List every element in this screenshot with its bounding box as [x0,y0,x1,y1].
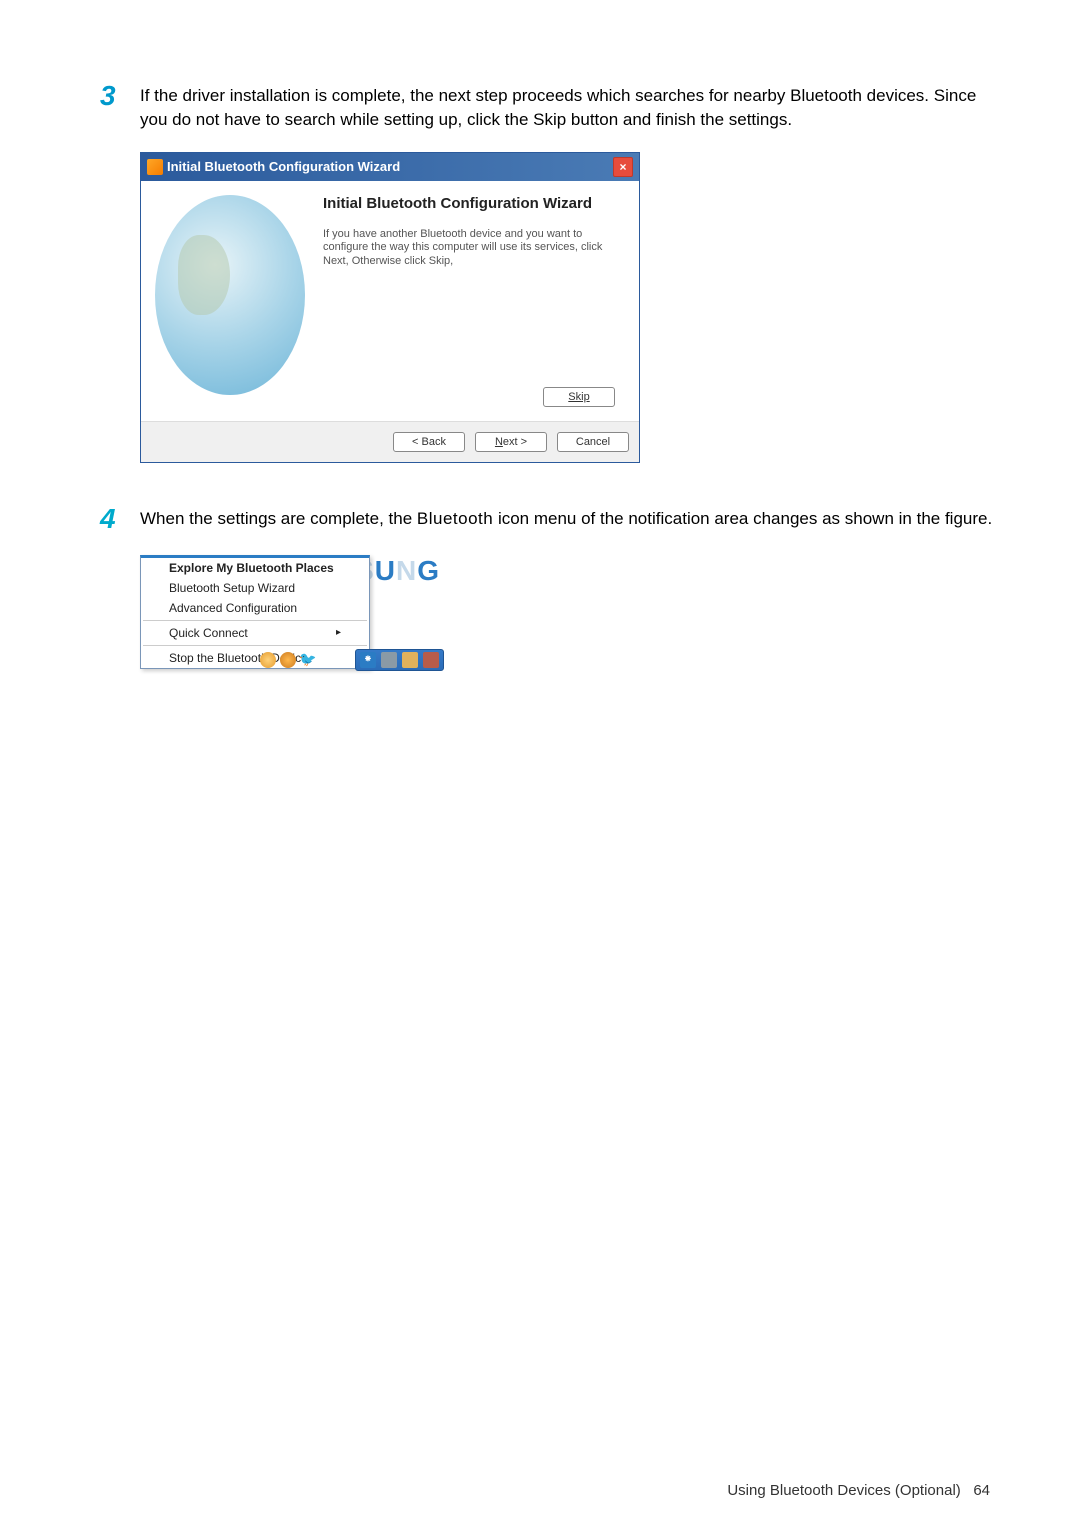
tray-icon-2[interactable] [402,652,418,668]
dialog-heading: Initial Bluetooth Configuration Wizard [323,195,625,212]
menu-divider-1 [143,620,367,621]
tray-icons-left: 🐦 [260,649,316,671]
dialog-titlebar: Initial Bluetooth Configuration Wizard × [141,153,639,181]
step-3-number: 3 [100,80,140,132]
step4-text-before: When the settings are complete, the [140,509,417,528]
step-3-text: If the driver installation is complete, … [140,80,1000,132]
submenu-arrow-icon: ▸ [336,627,341,638]
dialog-title: Initial Bluetooth Configuration Wizard [167,159,400,174]
menu-item-setup-wizard[interactable]: Bluetooth Setup Wizard [141,578,369,598]
bluetooth-word: Bluetooth [417,509,493,528]
step-4-number: 4 [100,503,140,535]
dialog-window: Initial Bluetooth Configuration Wizard ×… [140,152,640,463]
skip-button[interactable]: Skip [543,387,615,407]
back-button[interactable]: < Back [393,432,465,452]
menu-item-stop-device[interactable]: Stop the Bluetooth Device [141,648,369,668]
menu-divider-2 [143,645,367,646]
step-4: 4 When the settings are complete, the Bl… [100,503,1000,535]
close-button[interactable]: × [613,157,633,177]
context-menu-screenshot: SAMSUNG Explore My Bluetooth Places Blue… [140,555,440,669]
footer-page-number: 64 [973,1482,990,1499]
dialog-body: Initial Bluetooth Configuration Wizard I… [141,181,639,421]
titlebar-left: Initial Bluetooth Configuration Wizard [147,159,400,175]
menu-item-quick-connect[interactable]: Quick Connect ▸ [141,623,369,643]
bluetooth-tray-icon[interactable]: ⁕ [360,652,376,668]
tray-orange-icon[interactable] [260,652,276,668]
tray-orange2-icon[interactable] [280,652,296,668]
bluetooth-context-menu: Explore My Bluetooth Places Bluetooth Se… [140,555,370,669]
bluetooth-wizard-dialog-screenshot: Initial Bluetooth Configuration Wizard ×… [140,152,1000,463]
step-4-text: When the settings are complete, the Blue… [140,503,992,535]
globe-image [155,195,305,395]
step-3: 3 If the driver installation is complete… [100,80,1000,132]
footer-text: Using Bluetooth Devices (Optional) [727,1482,960,1499]
quick-connect-label: Quick Connect [169,626,248,640]
skip-row: Skip [543,387,615,407]
menu-top-border [141,555,369,558]
dialog-content: Initial Bluetooth Configuration Wizard I… [305,195,625,413]
menu-item-advanced-config[interactable]: Advanced Configuration [141,598,369,618]
step4-text-after: icon menu of the notification area chang… [493,509,992,528]
dialog-paragraph: If you have another Bluetooth device and… [323,228,625,269]
tray-icon-1[interactable] [381,652,397,668]
menu-item-explore[interactable]: Explore My Bluetooth Places [141,558,369,578]
next-button[interactable]: Next > [475,432,547,452]
wizard-icon [147,159,163,175]
tray-icon-3[interactable] [423,652,439,668]
cancel-button[interactable]: Cancel [557,432,629,452]
tray-bird-icon[interactable]: 🐦 [300,652,316,668]
page-footer: Using Bluetooth Devices (Optional) 64 [727,1482,990,1499]
dialog-footer: < Back Next > Cancel [141,421,639,462]
system-tray: ⁕ [355,649,444,671]
